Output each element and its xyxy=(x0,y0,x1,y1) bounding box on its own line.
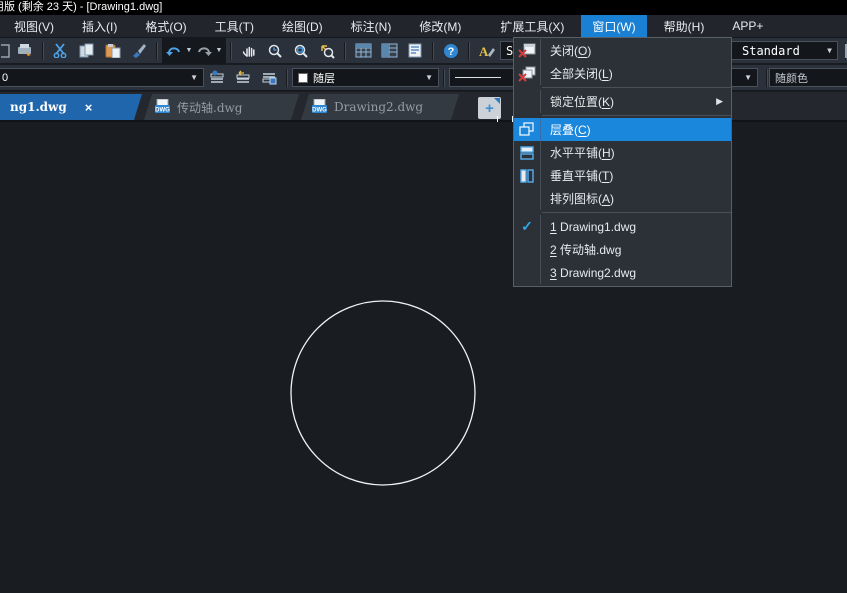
menu-item-drawing1[interactable]: ✓ 1 Drawing1.dwg xyxy=(514,215,731,238)
clipped-left-icon[interactable] xyxy=(0,39,12,63)
tab-drawing2[interactable]: DWG Drawing2.dwg xyxy=(301,94,459,120)
svg-text:A: A xyxy=(479,44,489,58)
menu-format[interactable]: 格式(O) xyxy=(134,15,197,38)
match-properties-icon[interactable] xyxy=(126,39,152,63)
color-combo[interactable]: 随层 ▼ xyxy=(292,68,439,87)
svg-text:DWG: DWG xyxy=(312,107,327,113)
layer-properties-icon[interactable] xyxy=(350,39,376,63)
menu-item-tile-vertical[interactable]: 垂直平铺(T) xyxy=(514,164,731,187)
paste-icon[interactable] xyxy=(100,39,126,63)
menu-item-cascade[interactable]: 层叠(C) xyxy=(514,118,731,141)
tab-close-icon[interactable]: × xyxy=(85,100,93,115)
tab-drawing1[interactable]: ng1.dwg × xyxy=(0,94,142,120)
pan-icon[interactable] xyxy=(236,39,262,63)
color-swatch xyxy=(298,73,308,83)
redo-dropdown-icon[interactable]: ▼ xyxy=(214,47,224,54)
chevron-down-icon[interactable]: ▼ xyxy=(184,73,198,82)
svg-text:DWG: DWG xyxy=(155,107,170,113)
undo-dropdown-icon[interactable]: ▼ xyxy=(184,47,194,54)
layer-states-icon[interactable] xyxy=(376,39,402,63)
title-bar: 用版 (剩余 23 天) - [Drawing1.dwg] xyxy=(0,0,847,15)
check-icon: ✓ xyxy=(521,218,533,235)
menu-item-close[interactable]: 关闭(O) xyxy=(514,39,731,62)
menu-help[interactable]: 帮助(H) xyxy=(653,15,716,38)
menu-tools[interactable]: 工具(T) xyxy=(204,15,265,38)
plot-icon[interactable] xyxy=(12,39,38,63)
dwg-file-icon: DWG xyxy=(154,99,171,116)
toolbar-separator xyxy=(156,42,158,60)
undo-redo-group: ▼ ▼ xyxy=(162,38,226,64)
tab-label: Drawing2.dwg xyxy=(334,100,423,114)
layer-previous-icon[interactable] xyxy=(230,66,256,90)
plot-style-combo[interactable]: 随颜色 xyxy=(769,68,847,87)
cascade-icon xyxy=(514,118,541,141)
layer-combo[interactable]: 0 ▼ xyxy=(0,68,204,87)
toolbar-separator xyxy=(766,69,768,87)
drawn-circle xyxy=(291,301,475,485)
toolbar-separator xyxy=(344,42,346,60)
submenu-arrow-icon: ▶ xyxy=(716,96,723,107)
make-layer-current-icon[interactable] xyxy=(204,66,230,90)
menu-item-chuandongzhou[interactable]: 2 传动轴.dwg xyxy=(514,238,731,261)
menu-insert[interactable]: 插入(I) xyxy=(71,15,128,38)
tab-chuandongzhou[interactable]: DWG 传动轴.dwg xyxy=(144,94,299,120)
toolbar-separator xyxy=(432,42,434,60)
menu-view[interactable]: 视图(V) xyxy=(3,15,65,38)
properties-sheet-icon[interactable] xyxy=(402,39,428,63)
window-title: 用版 (剩余 23 天) - [Drawing1.dwg] xyxy=(0,0,162,15)
tab-label: 传动轴.dwg xyxy=(177,99,242,116)
menu-dimension[interactable]: 标注(N) xyxy=(340,15,403,38)
menu-item-arrange-icons[interactable]: 排列图标(A) xyxy=(514,187,731,210)
plus-icon: + xyxy=(485,100,494,117)
text-style-icon[interactable]: A xyxy=(474,39,500,63)
zoom-window-icon[interactable] xyxy=(288,39,314,63)
dwg-file-icon: DWG xyxy=(311,99,328,116)
layer-value: 0 xyxy=(2,72,8,84)
menu-draw[interactable]: 绘图(D) xyxy=(271,15,334,38)
svg-text:?: ? xyxy=(448,46,455,58)
close-all-icon xyxy=(514,62,541,85)
help-icon[interactable]: ? xyxy=(438,39,464,63)
menu-item-drawing2[interactable]: 3 Drawing2.dwg xyxy=(514,261,731,284)
toolbar-separator xyxy=(468,42,470,60)
tile-vertical-icon xyxy=(514,164,541,187)
plot-style-value: 随颜色 xyxy=(775,70,808,86)
corner-fold-icon xyxy=(494,98,500,104)
menu-item-close-all[interactable]: 全部关闭(L) xyxy=(514,62,731,85)
toolbar-separator xyxy=(230,42,232,60)
tab-label: ng1.dwg xyxy=(10,100,67,114)
chevron-down-icon[interactable]: ▼ xyxy=(419,73,433,82)
zoom-realtime-icon[interactable] xyxy=(262,39,288,63)
menu-window[interactable]: 窗口(W) xyxy=(581,15,646,38)
menu-express-tools[interactable]: 扩展工具(X) xyxy=(489,15,575,38)
window-menu-dropdown: 关闭(O) 全部关闭(L) 锁定位置(K) ▶ 层叠(C) xyxy=(513,37,732,287)
chevron-down-icon[interactable]: ▼ xyxy=(821,46,832,55)
copy-icon[interactable] xyxy=(74,39,100,63)
linetype-sample xyxy=(455,77,501,78)
redo-icon[interactable] xyxy=(194,39,214,63)
toolbar-separator xyxy=(42,42,44,60)
menu-item-tile-horizontal[interactable]: 水平平铺(H) xyxy=(514,141,731,164)
menu-bar: 视图(V) 插入(I) 格式(O) 工具(T) 绘图(D) 标注(N) 修改(M… xyxy=(0,15,847,38)
undo-icon[interactable] xyxy=(164,39,184,63)
cut-icon[interactable] xyxy=(48,39,74,63)
toolbar-separator xyxy=(443,69,445,87)
color-value: 随层 xyxy=(313,70,335,86)
toolbar-separator xyxy=(286,69,288,87)
tile-horizontal-icon xyxy=(514,141,541,164)
chevron-down-icon[interactable]: ▼ xyxy=(738,73,752,82)
menu-app-plus[interactable]: APP+ xyxy=(721,16,774,36)
menu-item-lock-location[interactable]: 锁定位置(K) ▶ xyxy=(514,90,731,113)
zoom-previous-icon[interactable] xyxy=(314,39,340,63)
close-window-icon xyxy=(514,39,541,62)
layer-isolate-icon[interactable] xyxy=(256,66,282,90)
menu-modify[interactable]: 修改(M) xyxy=(408,15,472,38)
